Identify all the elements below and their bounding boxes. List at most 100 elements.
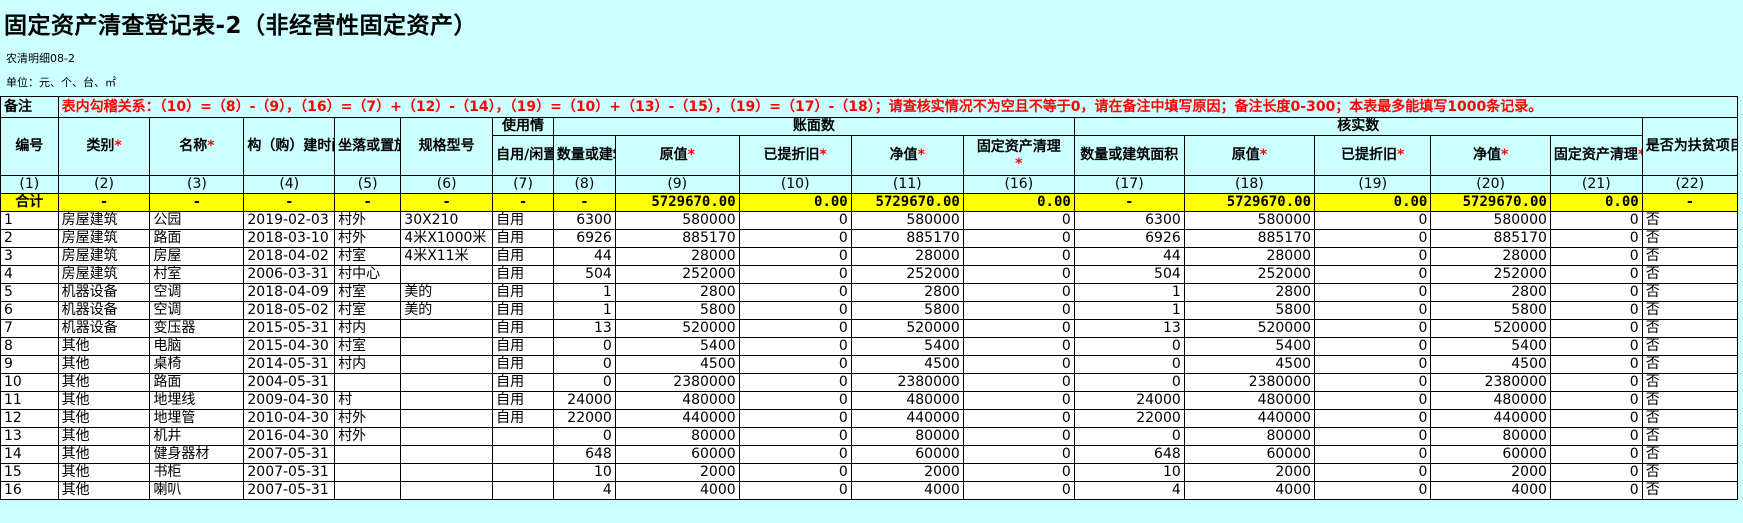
cell-spec[interactable] [400, 373, 494, 392]
cell-use[interactable]: 自用 [492, 409, 554, 428]
column-number[interactable]: (18) [1183, 175, 1316, 194]
cell-pov[interactable]: 否 [1641, 445, 1739, 464]
cell-pov[interactable]: 否 [1641, 355, 1739, 374]
cell-bq[interactable]: 0 [552, 337, 616, 356]
cell-bn[interactable]: 80000 [850, 427, 964, 446]
cell-bc[interactable]: 0 [962, 337, 1075, 356]
cell-loc[interactable]: 村室 [334, 283, 402, 302]
total-label[interactable]: 合计 [0, 193, 59, 212]
cell-cn[interactable]: 885170 [1430, 229, 1551, 248]
cell-cq[interactable]: 4 [1073, 481, 1185, 500]
cell-cat[interactable]: 房屋建筑 [57, 229, 151, 248]
cell-spec[interactable] [400, 427, 494, 446]
cell-spec[interactable]: 美的 [400, 283, 494, 302]
cell-bo[interactable]: 2380000 [614, 373, 740, 392]
cell-id[interactable]: 15 [0, 463, 59, 482]
column-number[interactable]: (1) [0, 175, 59, 194]
cell-co[interactable]: 5800 [1183, 301, 1316, 320]
cell-cq[interactable]: 0 [1073, 373, 1185, 392]
cell-name[interactable]: 电脑 [149, 337, 245, 356]
cell-bq[interactable]: 24000 [552, 391, 616, 410]
cell-co[interactable]: 4500 [1183, 355, 1316, 374]
cell-bn[interactable]: 580000 [850, 211, 964, 230]
cell-cn[interactable]: 5400 [1430, 337, 1551, 356]
total-check-orig[interactable]: 5729670.00 [1183, 193, 1316, 212]
cell-co[interactable]: 885170 [1183, 229, 1316, 248]
cell-co[interactable]: 2000 [1183, 463, 1316, 482]
cell-co[interactable]: 28000 [1183, 247, 1316, 266]
cell-bo[interactable]: 252000 [614, 265, 740, 284]
cell-bo[interactable]: 2000 [614, 463, 740, 482]
cell-bn[interactable]: 4000 [850, 481, 964, 500]
cell-name[interactable]: 村室 [149, 265, 245, 284]
cell-cat[interactable]: 其他 [57, 409, 151, 428]
cell-bc[interactable]: 0 [962, 247, 1075, 266]
cell-cd[interactable]: 0 [1314, 427, 1432, 446]
total-dash[interactable]: - [1073, 193, 1185, 212]
header-poverty[interactable]: 是否为扶贫项目形成资产* [1641, 117, 1739, 176]
total-check-clean[interactable]: 0.00 [1549, 193, 1643, 212]
cell-bn[interactable]: 60000 [850, 445, 964, 464]
cell-cc[interactable]: 0 [1549, 355, 1643, 374]
total-dash[interactable]: - [1641, 193, 1739, 212]
cell-loc[interactable] [334, 463, 402, 482]
cell-loc[interactable]: 村室 [334, 301, 402, 320]
cell-id[interactable]: 2 [0, 229, 59, 248]
cell-time[interactable]: 2018-03-10 [243, 229, 336, 248]
cell-loc[interactable] [334, 373, 402, 392]
cell-cc[interactable]: 0 [1549, 283, 1643, 302]
cell-cd[interactable]: 0 [1314, 355, 1432, 374]
cell-bc[interactable]: 0 [962, 265, 1075, 284]
header-book-net[interactable]: 净值* [850, 135, 964, 176]
cell-co[interactable]: 2800 [1183, 283, 1316, 302]
cell-pov[interactable]: 否 [1641, 373, 1739, 392]
cell-pov[interactable]: 否 [1641, 301, 1739, 320]
cell-bn[interactable]: 2800 [850, 283, 964, 302]
cell-cq[interactable]: 1 [1073, 301, 1185, 320]
cell-id[interactable]: 3 [0, 247, 59, 266]
cell-id[interactable]: 6 [0, 301, 59, 320]
cell-id[interactable]: 4 [0, 265, 59, 284]
cell-cc[interactable]: 0 [1549, 391, 1643, 410]
cell-bo[interactable]: 5400 [614, 337, 740, 356]
cell-loc[interactable]: 村室 [334, 337, 402, 356]
cell-cq[interactable]: 13 [1073, 319, 1185, 338]
header-location[interactable]: 坐落或置放位置 [334, 117, 402, 176]
cell-cn[interactable]: 2380000 [1430, 373, 1551, 392]
cell-cat[interactable]: 机器设备 [57, 301, 151, 320]
cell-loc[interactable]: 村内 [334, 355, 402, 374]
cell-bo[interactable]: 4000 [614, 481, 740, 500]
cell-spec[interactable]: 30X210 [400, 211, 494, 230]
cell-cc[interactable]: 0 [1549, 301, 1643, 320]
cell-cn[interactable]: 2000 [1430, 463, 1551, 482]
cell-bd[interactable]: 0 [738, 247, 852, 266]
cell-cc[interactable]: 0 [1549, 247, 1643, 266]
cell-bo[interactable]: 4500 [614, 355, 740, 374]
total-check-dep[interactable]: 0.00 [1314, 193, 1432, 212]
cell-cd[interactable]: 0 [1314, 463, 1432, 482]
cell-cat[interactable]: 房屋建筑 [57, 211, 151, 230]
header-name[interactable]: 名称* [149, 117, 245, 176]
cell-bn[interactable]: 4500 [850, 355, 964, 374]
cell-bd[interactable]: 0 [738, 391, 852, 410]
cell-bo[interactable]: 60000 [614, 445, 740, 464]
header-spec[interactable]: 规格型号 [400, 117, 494, 176]
cell-bc[interactable]: 0 [962, 301, 1075, 320]
cell-cn[interactable]: 440000 [1430, 409, 1551, 428]
header-usage-group[interactable]: 使用情 [492, 117, 554, 136]
column-number[interactable]: (3) [149, 175, 245, 194]
column-number[interactable]: (22) [1641, 175, 1739, 194]
cell-cq[interactable]: 22000 [1073, 409, 1185, 428]
header-check-net[interactable]: 净值* [1430, 135, 1551, 176]
cell-use[interactable] [492, 445, 554, 464]
column-number[interactable]: (6) [400, 175, 494, 194]
cell-time[interactable]: 2014-05-31 [243, 355, 336, 374]
cell-id[interactable]: 5 [0, 283, 59, 302]
cell-use[interactable]: 自用 [492, 211, 554, 230]
cell-bn[interactable]: 5800 [850, 301, 964, 320]
cell-bc[interactable]: 0 [962, 391, 1075, 410]
cell-time[interactable]: 2019-02-03 [243, 211, 336, 230]
cell-pov[interactable]: 否 [1641, 283, 1739, 302]
cell-id[interactable]: 8 [0, 337, 59, 356]
cell-time[interactable]: 2010-04-30 [243, 409, 336, 428]
